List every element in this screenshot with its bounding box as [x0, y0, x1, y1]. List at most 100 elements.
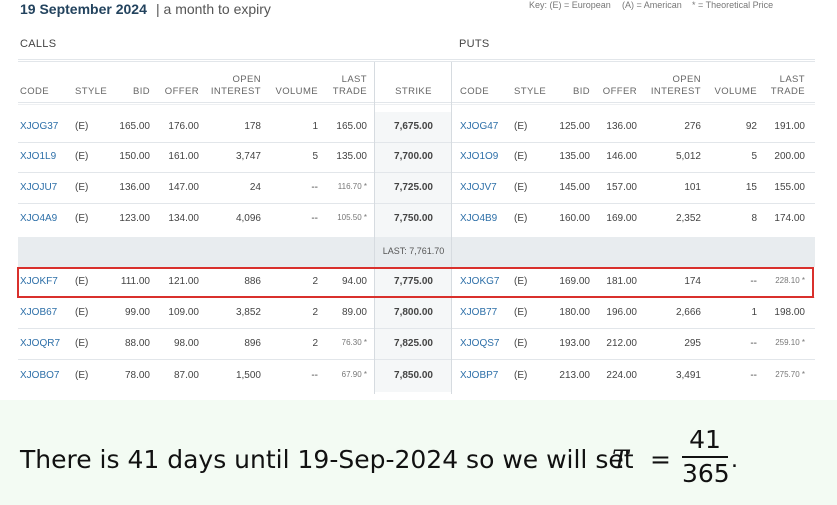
row-divider: [18, 172, 815, 173]
cell-strike: 7,700.00: [394, 151, 433, 162]
cell-c-code[interactable]: XJOB67: [20, 307, 70, 318]
header-put-last-trade-line2: TRADE: [770, 86, 805, 97]
cell-c-offer: 134.00: [168, 213, 199, 224]
cell-c-offer: 147.00: [168, 182, 199, 193]
header-put-last-trade[interactable]: LAST TRADE: [765, 66, 805, 98]
cell-strike: 7,825.00: [394, 338, 433, 349]
cell-p-oi: 295: [684, 338, 701, 349]
cell-p-bid: 180.00: [559, 307, 590, 318]
cell-p-code[interactable]: XJO1O9: [460, 151, 510, 162]
cell-p-offer: 157.00: [606, 182, 637, 193]
cell-c-bid: 150.00: [119, 151, 150, 162]
divider: [18, 104, 815, 105]
cell-p-code[interactable]: XJOG47: [460, 121, 510, 132]
cell-c-vol: --: [311, 213, 318, 224]
header-open-interest-line1: OPEN: [232, 74, 261, 85]
header-bid[interactable]: BID: [110, 66, 150, 98]
fraction-denominator: 365: [682, 459, 730, 488]
cell-p-code[interactable]: XJOQS7: [460, 338, 510, 349]
cell-p-oi: 2,352: [675, 213, 701, 224]
key-american: (A) = American: [622, 0, 682, 10]
header-put-style[interactable]: STYLE: [514, 66, 554, 98]
header-put-last-trade-line1: LAST: [779, 74, 805, 85]
header-last-trade-line1: LAST: [341, 74, 367, 85]
header-open-interest[interactable]: OPEN INTEREST: [205, 66, 261, 98]
cell-p-oi: 2,666: [675, 307, 701, 318]
cell-p-last: 174.00: [774, 213, 805, 224]
header-put-code[interactable]: CODE: [460, 66, 500, 98]
cell-c-code[interactable]: XJO4A9: [20, 213, 70, 224]
cell-p-vol: 92: [745, 121, 757, 132]
header-last-trade[interactable]: LAST TRADE: [325, 66, 367, 98]
header-code[interactable]: CODE: [20, 66, 60, 98]
highlighted-row-outline: [17, 267, 814, 298]
cell-c-code[interactable]: XJOG37: [20, 121, 70, 132]
cell-c-offer: 176.00: [168, 121, 199, 132]
cell-c-last: 165.00: [336, 121, 367, 132]
cell-c-oi: 3,747: [235, 151, 261, 162]
note-text: There is 41 days until 19-Sep-2024 so we…: [20, 445, 634, 474]
cell-c-bid: 99.00: [124, 307, 150, 318]
cell-c-offer: 109.00: [168, 307, 199, 318]
note-equals: =: [650, 445, 671, 474]
header-style[interactable]: STYLE: [75, 66, 115, 98]
cell-c-vol: 2: [312, 307, 318, 318]
cell-c-oi: 4,096: [235, 213, 261, 224]
cell-p-bid: 135.00: [559, 151, 590, 162]
note-fraction: 41 365: [682, 425, 730, 489]
cell-p-oi: 101: [684, 182, 701, 193]
row-divider: [18, 203, 815, 204]
cell-c-code[interactable]: XJOBO7: [20, 370, 70, 381]
cell-p-oi: 5,012: [675, 151, 701, 162]
cell-c-vol: --: [311, 182, 318, 193]
header-put-open-interest-line1: OPEN: [672, 74, 701, 85]
cell-strike: 7,725.00: [394, 182, 433, 193]
cell-c-code[interactable]: XJOQR7: [20, 338, 70, 349]
cell-p-offer: 224.00: [606, 370, 637, 381]
cell-c-oi: 3,852: [235, 307, 261, 318]
options-panel: 19 September 2024 | a month to expiry Ke…: [0, 0, 837, 400]
cell-c-code[interactable]: XJO1L9: [20, 151, 70, 162]
cell-c-oi: 1,500: [235, 370, 261, 381]
cell-c-vol: --: [311, 370, 318, 381]
header-put-volume[interactable]: VOLUME: [708, 66, 757, 98]
cell-p-last: 259.10 *: [775, 338, 805, 347]
cell-p-last: 155.00: [774, 182, 805, 193]
header-open-interest-line2: INTEREST: [210, 86, 261, 97]
expiry-subtitle: | a month to expiry: [156, 1, 271, 17]
cell-p-code[interactable]: XJOJV7: [460, 182, 510, 193]
divider: [18, 59, 815, 60]
cell-c-offer: 161.00: [168, 151, 199, 162]
header-put-open-interest-line2: INTEREST: [650, 86, 701, 97]
expiry-date: 19 September 2024: [20, 1, 147, 17]
header-strike[interactable]: STRIKE: [375, 66, 452, 98]
row-divider: [18, 142, 815, 143]
header-put-bid[interactable]: BID: [550, 66, 590, 98]
cell-p-code[interactable]: XJOBP7: [460, 370, 510, 381]
note-period: .: [731, 445, 738, 473]
cell-c-last: 116.70 *: [337, 182, 367, 191]
cell-c-last: 89.00: [341, 307, 367, 318]
cell-p-offer: 146.00: [606, 151, 637, 162]
cell-c-bid: 78.00: [124, 370, 150, 381]
cell-p-code[interactable]: XJOB77: [460, 307, 510, 318]
cell-c-vol: 5: [312, 151, 318, 162]
cell-p-vol: 1: [751, 307, 757, 318]
cell-p-offer: 196.00: [606, 307, 637, 318]
cell-c-offer: 87.00: [173, 370, 199, 381]
cell-c-code[interactable]: XJOJU7: [20, 182, 70, 193]
cell-p-offer: 169.00: [606, 213, 637, 224]
header-volume[interactable]: VOLUME: [270, 66, 318, 98]
cell-p-bid: 193.00: [559, 338, 590, 349]
header-offer[interactable]: OFFER: [160, 66, 199, 98]
cell-p-vol: 8: [751, 213, 757, 224]
cell-p-bid: 125.00: [559, 121, 590, 132]
cell-p-code[interactable]: XJO4B9: [460, 213, 510, 224]
header-put-offer[interactable]: OFFER: [598, 66, 637, 98]
header-put-open-interest[interactable]: OPEN INTEREST: [645, 66, 701, 98]
cell-p-vol: --: [750, 338, 757, 349]
cell-p-vol: 5: [751, 151, 757, 162]
cell-c-oi: 24: [249, 182, 261, 193]
cell-c-bid: 123.00: [119, 213, 150, 224]
cell-p-last: 198.00: [774, 307, 805, 318]
